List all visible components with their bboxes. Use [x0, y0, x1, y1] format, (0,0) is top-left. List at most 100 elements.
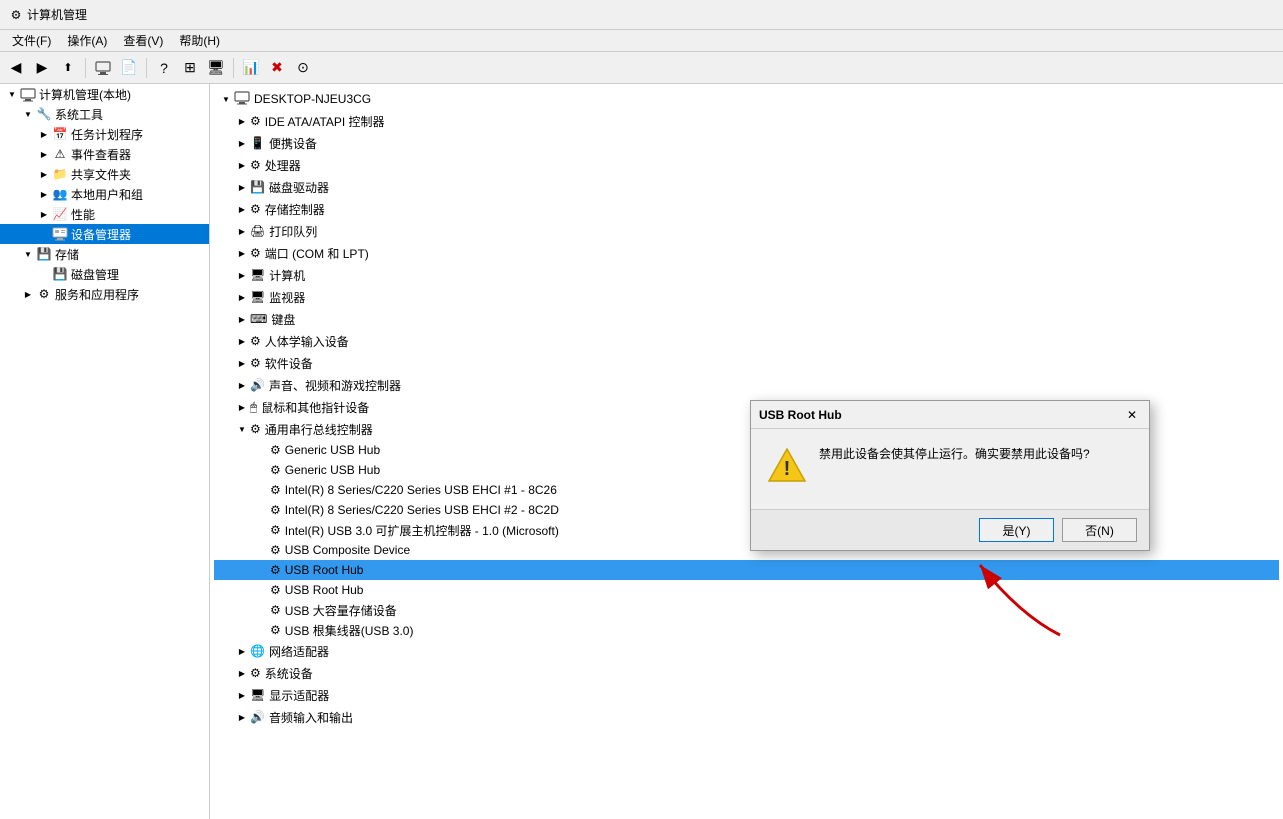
group-ide-icon: ⚙ [250, 114, 261, 128]
services-arrow: ▶ [20, 286, 36, 302]
tree-task-scheduler[interactable]: ▶ 📅 任务计划程序 [0, 124, 209, 144]
back-button[interactable]: ◀ [4, 56, 28, 80]
performance-arrow: ▶ [36, 206, 52, 222]
tree-services[interactable]: ▶ ⚙ 服务和应用程序 [0, 284, 209, 304]
group-disk[interactable]: ▶ 💾 磁盘驱动器 [214, 176, 1279, 198]
group-hid-icon: ⚙ [250, 334, 261, 348]
window-button[interactable]: ⊞ [178, 56, 202, 80]
group-audio-label: 声音、视频和游戏控制器 [269, 377, 401, 394]
file-button[interactable]: 📄 [117, 56, 141, 80]
toolbar: ◀ ▶ ⬆ 📄 ? ⊞ 🖥 📊 ✖ ⊙ [0, 52, 1283, 84]
group-system-dev[interactable]: ▶ ⚙ 系统设备 [214, 662, 1279, 684]
usb-icon-1: ⚙ [270, 463, 281, 477]
group-print[interactable]: ▶ 🖨 打印队列 [214, 220, 1279, 242]
app-icon: ⚙ [8, 7, 24, 23]
group-ide-label: IDE ATA/ATAPI 控制器 [265, 113, 385, 130]
services-icon: ⚙ [36, 286, 52, 302]
group-storage-ctrl-icon: ⚙ [250, 202, 261, 216]
tree-root[interactable]: ▼ 计算机管理(本地) [0, 84, 209, 104]
group-display[interactable]: ▶ 🖥 显示适配器 [214, 684, 1279, 706]
usb-child-7[interactable]: ⚙ USB Root Hub [214, 580, 1279, 600]
group-system-dev-icon: ⚙ [250, 666, 261, 680]
up-button[interactable]: ⬆ [56, 56, 80, 80]
usb-label-1: Generic USB Hub [285, 463, 380, 477]
shared-folders-arrow: ▶ [36, 166, 52, 182]
tree-performance[interactable]: ▶ 📈 性能 [0, 204, 209, 224]
screen-button[interactable]: 🖥 [204, 56, 228, 80]
dialog-yes-button[interactable]: 是(Y) [979, 518, 1054, 542]
group-ide[interactable]: ▶ ⚙ IDE ATA/ATAPI 控制器 [214, 110, 1279, 132]
tree-shared-folders[interactable]: ▶ 📁 共享文件夹 [0, 164, 209, 184]
tree-storage[interactable]: ▼ 💾 存储 [0, 244, 209, 264]
performance-icon: 📈 [52, 206, 68, 222]
usb-label-7: USB Root Hub [285, 583, 364, 597]
event-viewer-label: 事件查看器 [71, 146, 131, 163]
separator-1 [85, 58, 86, 78]
group-ports[interactable]: ▶ ⚙ 端口 (COM 和 LPT) [214, 242, 1279, 264]
usb-label-6: USB Root Hub [285, 563, 364, 577]
group-storage-ctrl[interactable]: ▶ ⚙ 存储控制器 [214, 198, 1279, 220]
group-monitor[interactable]: ▶ 🖥 监视器 [214, 286, 1279, 308]
device-root[interactable]: ▼ DESKTOP-NJEU3CG [214, 88, 1279, 110]
group-keyboard-icon: ⌨ [250, 312, 267, 326]
tree-event-viewer[interactable]: ▶ ⚠ 事件查看器 [0, 144, 209, 164]
tree-disk-mgmt[interactable]: ▶ 💾 磁盘管理 [0, 264, 209, 284]
usb-child-9[interactable]: ⚙ USB 根集线器(USB 3.0) [214, 620, 1279, 640]
local-users-icon: 👥 [52, 186, 68, 202]
services-label: 服务和应用程序 [55, 286, 139, 303]
task-scheduler-icon: 📅 [52, 126, 68, 142]
dialog-no-button[interactable]: 否(N) [1062, 518, 1137, 542]
group-monitor-label: 监视器 [269, 289, 305, 306]
delete-button[interactable]: ✖ [265, 56, 289, 80]
forward-button[interactable]: ▶ [30, 56, 54, 80]
usb-icon-6: ⚙ [270, 563, 281, 577]
tree-device-manager[interactable]: ▶ 设备管理器 [0, 224, 209, 244]
device-manager-icon [52, 226, 68, 242]
menu-action[interactable]: 操作(A) [59, 30, 115, 51]
left-panel: ▼ 计算机管理(本地) ▼ 🔧 系统工具 ▶ 📅 任务计划程序 ▶ ⚠ 事件查看… [0, 84, 210, 819]
dialog[interactable]: USB Root Hub ✕ ! 禁用此设备会使其停止运行。确实要禁用此设备吗?… [750, 400, 1150, 551]
group-print-label: 打印队列 [269, 223, 317, 240]
group-disk-label: 磁盘驱动器 [269, 179, 329, 196]
group-network[interactable]: ▶ 🌐 网络适配器 [214, 640, 1279, 662]
group-audio[interactable]: ▶ 🔊 声音、视频和游戏控制器 [214, 374, 1279, 396]
system-tools-icon: 🔧 [36, 106, 52, 122]
group-cpu[interactable]: ▶ ⚙ 处理器 [214, 154, 1279, 176]
menu-file[interactable]: 文件(F) [4, 30, 59, 51]
group-monitor-icon: 🖥 [250, 290, 265, 304]
group-portable[interactable]: ▶ 📱 便携设备 [214, 132, 1279, 154]
storage-label: 存储 [55, 246, 79, 263]
group-disk-icon: 💾 [250, 180, 265, 194]
title-bar: ⚙ 计算机管理 [0, 0, 1283, 30]
help-button[interactable]: ? [152, 56, 176, 80]
group-computer[interactable]: ▶ 🖥 计算机 [214, 264, 1279, 286]
group-software-dev[interactable]: ▶ ⚙ 软件设备 [214, 352, 1279, 374]
dialog-close-button[interactable]: ✕ [1123, 406, 1141, 424]
chart-button[interactable]: 📊 [239, 56, 263, 80]
group-audio-io[interactable]: ▶ 🔊 音频输入和输出 [214, 706, 1279, 728]
separator-2 [146, 58, 147, 78]
tree-system-tools[interactable]: ▼ 🔧 系统工具 [0, 104, 209, 124]
group-storage-ctrl-label: 存储控制器 [265, 201, 325, 218]
task-scheduler-arrow: ▶ [36, 126, 52, 142]
group-audio-icon: 🔊 [250, 378, 265, 392]
title-bar-text: 计算机管理 [27, 6, 87, 23]
usb-icon-7: ⚙ [270, 583, 281, 597]
usb-root-hub-selected[interactable]: ⚙ USB Root Hub [214, 560, 1279, 580]
event-viewer-arrow: ▶ [36, 146, 52, 162]
menu-view[interactable]: 查看(V) [115, 30, 171, 51]
dialog-title: USB Root Hub [759, 408, 842, 422]
menu-help[interactable]: 帮助(H) [171, 30, 228, 51]
group-hid[interactable]: ▶ ⚙ 人体学输入设备 [214, 330, 1279, 352]
group-audio-io-icon: 🔊 [250, 710, 265, 724]
group-ports-icon: ⚙ [250, 246, 261, 260]
settings-button[interactable]: ⊙ [291, 56, 315, 80]
shared-folders-icon: 📁 [52, 166, 68, 182]
usb-label-4: Intel(R) USB 3.0 可扩展主机控制器 - 1.0 (Microso… [285, 522, 559, 539]
dialog-message: 禁用此设备会使其停止运行。确实要禁用此设备吗? [819, 445, 1133, 463]
device-root-label: DESKTOP-NJEU3CG [254, 92, 371, 106]
computer-button[interactable] [91, 56, 115, 80]
usb-child-8[interactable]: ⚙ USB 大容量存储设备 [214, 600, 1279, 620]
tree-local-users[interactable]: ▶ 👥 本地用户和组 [0, 184, 209, 204]
group-keyboard[interactable]: ▶ ⌨ 键盘 [214, 308, 1279, 330]
